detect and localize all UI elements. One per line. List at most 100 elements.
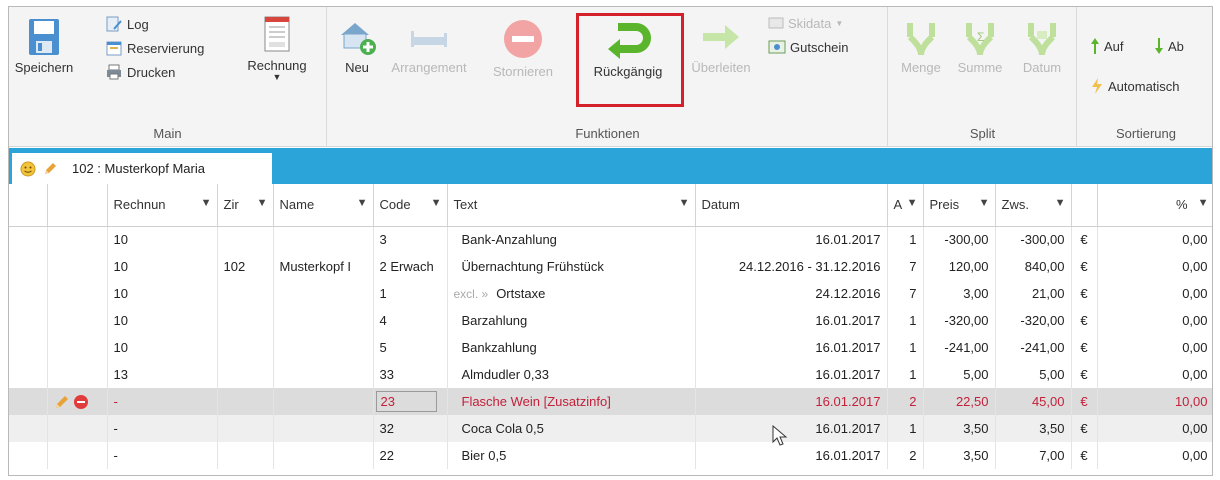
cell-subtotal[interactable]: 5,00 (995, 361, 1072, 388)
cell-price[interactable]: 5,00 (923, 361, 996, 388)
cell-name[interactable] (273, 307, 374, 334)
cell-date[interactable]: 16.01.2017 (695, 415, 888, 442)
header-qty[interactable]: A ▼ (887, 184, 924, 227)
cell-name[interactable] (273, 388, 374, 415)
cell-percent[interactable]: 0,00 (1097, 361, 1212, 388)
cell-subtotal[interactable]: 840,00 (995, 253, 1072, 280)
table-row[interactable]: 10 5 Bankzahlung 16.01.2017 1 -241,00 -2… (9, 334, 1212, 361)
split-date-button[interactable]: Datum (1013, 17, 1071, 75)
cell-text[interactable]: Bank-Anzahlung (447, 226, 696, 253)
cell-qty[interactable]: 1 (887, 361, 924, 388)
cell-percent[interactable]: 0,00 (1097, 415, 1212, 442)
cell-invoice[interactable]: - (107, 442, 218, 469)
cell-text[interactable]: Bankzahlung (447, 334, 696, 361)
cell-qty[interactable]: 2 (887, 388, 924, 415)
cell-invoice[interactable]: 10 (107, 226, 218, 253)
cell-name[interactable] (273, 361, 374, 388)
cell-room[interactable] (217, 226, 274, 253)
cell-date[interactable]: 16.01.2017 (695, 388, 888, 415)
cell-subtotal[interactable]: 45,00 (995, 388, 1072, 415)
new-button[interactable]: Neu (332, 17, 382, 75)
cell-code[interactable]: 2 Erwach (373, 253, 448, 280)
table-row[interactable]: 10 3 Bank-Anzahlung 16.01.2017 1 -300,00… (9, 226, 1212, 253)
cell-text[interactable]: Bier 0,5 (447, 442, 696, 469)
cell-code[interactable]: 22 (373, 442, 448, 469)
header-code[interactable]: Code ▼ (373, 184, 448, 227)
filter-icon[interactable]: ▼ (679, 197, 690, 209)
cell-subtotal[interactable]: -241,00 (995, 334, 1072, 361)
table-row[interactable]: - 22 Bier 0,5 16.01.2017 2 3,50 7,00 € 0… (9, 442, 1212, 469)
cell-subtotal[interactable]: 7,00 (995, 442, 1072, 469)
table-row[interactable]: 10 102 Musterkopf I 2 Erwach Übernachtun… (9, 253, 1212, 280)
skidata-button[interactable]: Skidata ▼ (768, 15, 843, 31)
cell-subtotal[interactable]: 3,50 (995, 415, 1072, 442)
cell-room[interactable] (217, 442, 274, 469)
cell-price[interactable]: -241,00 (923, 334, 996, 361)
header-percent[interactable]: % ▼ (1097, 184, 1212, 227)
sort-down-button[interactable]: Ab (1154, 37, 1184, 55)
cell-qty[interactable]: 1 (887, 307, 924, 334)
filter-icon[interactable]: ▼ (257, 197, 268, 209)
cell-invoice[interactable]: - (107, 388, 218, 415)
arrangement-button[interactable]: Arrangement (384, 17, 474, 75)
cell-qty[interactable]: 1 (887, 334, 924, 361)
filter-icon[interactable]: ▼ (357, 197, 368, 209)
cell-room[interactable] (217, 388, 274, 415)
cell-name[interactable] (273, 442, 374, 469)
cell-invoice[interactable]: 10 (107, 280, 218, 307)
cell-text[interactable]: Übernachtung Frühstück (447, 253, 696, 280)
cell-name[interactable] (273, 226, 374, 253)
cell-code[interactable]: 4 (373, 307, 448, 334)
cell-percent[interactable]: 0,00 (1097, 280, 1212, 307)
cell-invoice[interactable]: 13 (107, 361, 218, 388)
save-button[interactable]: Speichern (13, 17, 75, 75)
cell-subtotal[interactable]: -320,00 (995, 307, 1072, 334)
header-room[interactable]: Zir ▼ (217, 184, 274, 227)
invoice-button[interactable]: Rechnung ▼ (237, 15, 317, 82)
cell-invoice[interactable]: 10 (107, 334, 218, 361)
cell-room[interactable] (217, 361, 274, 388)
cell-price[interactable]: -300,00 (923, 226, 996, 253)
cell-qty[interactable]: 7 (887, 280, 924, 307)
table-row-selected[interactable]: - 23 Flasche Wein [Zusatzinfo] 16.01.201… (9, 388, 1212, 415)
delete-icon[interactable] (73, 394, 89, 410)
cell-price[interactable]: 22,50 (923, 388, 996, 415)
cell-price[interactable]: 3,50 (923, 415, 996, 442)
cell-date[interactable]: 16.01.2017 (695, 361, 888, 388)
cell-text[interactable]: Coca Cola 0,5 (447, 415, 696, 442)
cell-invoice[interactable]: 10 (107, 253, 218, 280)
cell-room[interactable] (217, 334, 274, 361)
cell-name[interactable] (273, 280, 374, 307)
header-invoice[interactable]: Rechnun ▼ (107, 184, 218, 227)
cell-code[interactable]: 32 (373, 415, 448, 442)
cell-date[interactable]: 24.12.2016 - 31.12.2016 (695, 253, 888, 280)
cell-qty[interactable]: 1 (887, 415, 924, 442)
cell-name[interactable] (273, 334, 374, 361)
cell-date[interactable]: 16.01.2017 (695, 307, 888, 334)
filter-icon[interactable]: ▼ (979, 197, 990, 209)
cell-code[interactable]: 3 (373, 226, 448, 253)
filter-icon[interactable]: ▼ (1198, 197, 1209, 209)
voucher-button[interactable]: Gutschein (768, 39, 849, 55)
cell-price[interactable]: 3,00 (923, 280, 996, 307)
header-text[interactable]: Text ▼ (447, 184, 696, 227)
cell-date[interactable]: 16.01.2017 (695, 226, 888, 253)
sort-up-button[interactable]: Auf (1090, 37, 1124, 55)
cell-price[interactable]: 120,00 (923, 253, 996, 280)
cell-name[interactable] (273, 415, 374, 442)
table-row[interactable]: 13 33 Almdudler 0,33 16.01.2017 1 5,00 5… (9, 361, 1212, 388)
table-row[interactable]: - 32 Coca Cola 0,5 16.01.2017 1 3,50 3,5… (9, 415, 1212, 442)
filter-icon[interactable]: ▼ (1055, 197, 1066, 209)
auto-sort-button[interactable]: Automatisch (1090, 77, 1180, 95)
cell-subtotal[interactable]: 21,00 (995, 280, 1072, 307)
cell-code[interactable]: 1 (373, 280, 448, 307)
cell-date[interactable]: 16.01.2017 (695, 334, 888, 361)
header-subtotal[interactable]: Zws. ▼ (995, 184, 1072, 227)
cell-qty[interactable]: 2 (887, 442, 924, 469)
cell-room[interactable]: 102 (217, 253, 274, 280)
cell-percent[interactable]: 0,00 (1097, 307, 1212, 334)
cell-code[interactable]: 23 (373, 388, 448, 415)
reservation-button[interactable]: Reservierung (105, 39, 204, 57)
cell-percent[interactable]: 0,00 (1097, 226, 1212, 253)
cell-percent[interactable]: 0,00 (1097, 253, 1212, 280)
